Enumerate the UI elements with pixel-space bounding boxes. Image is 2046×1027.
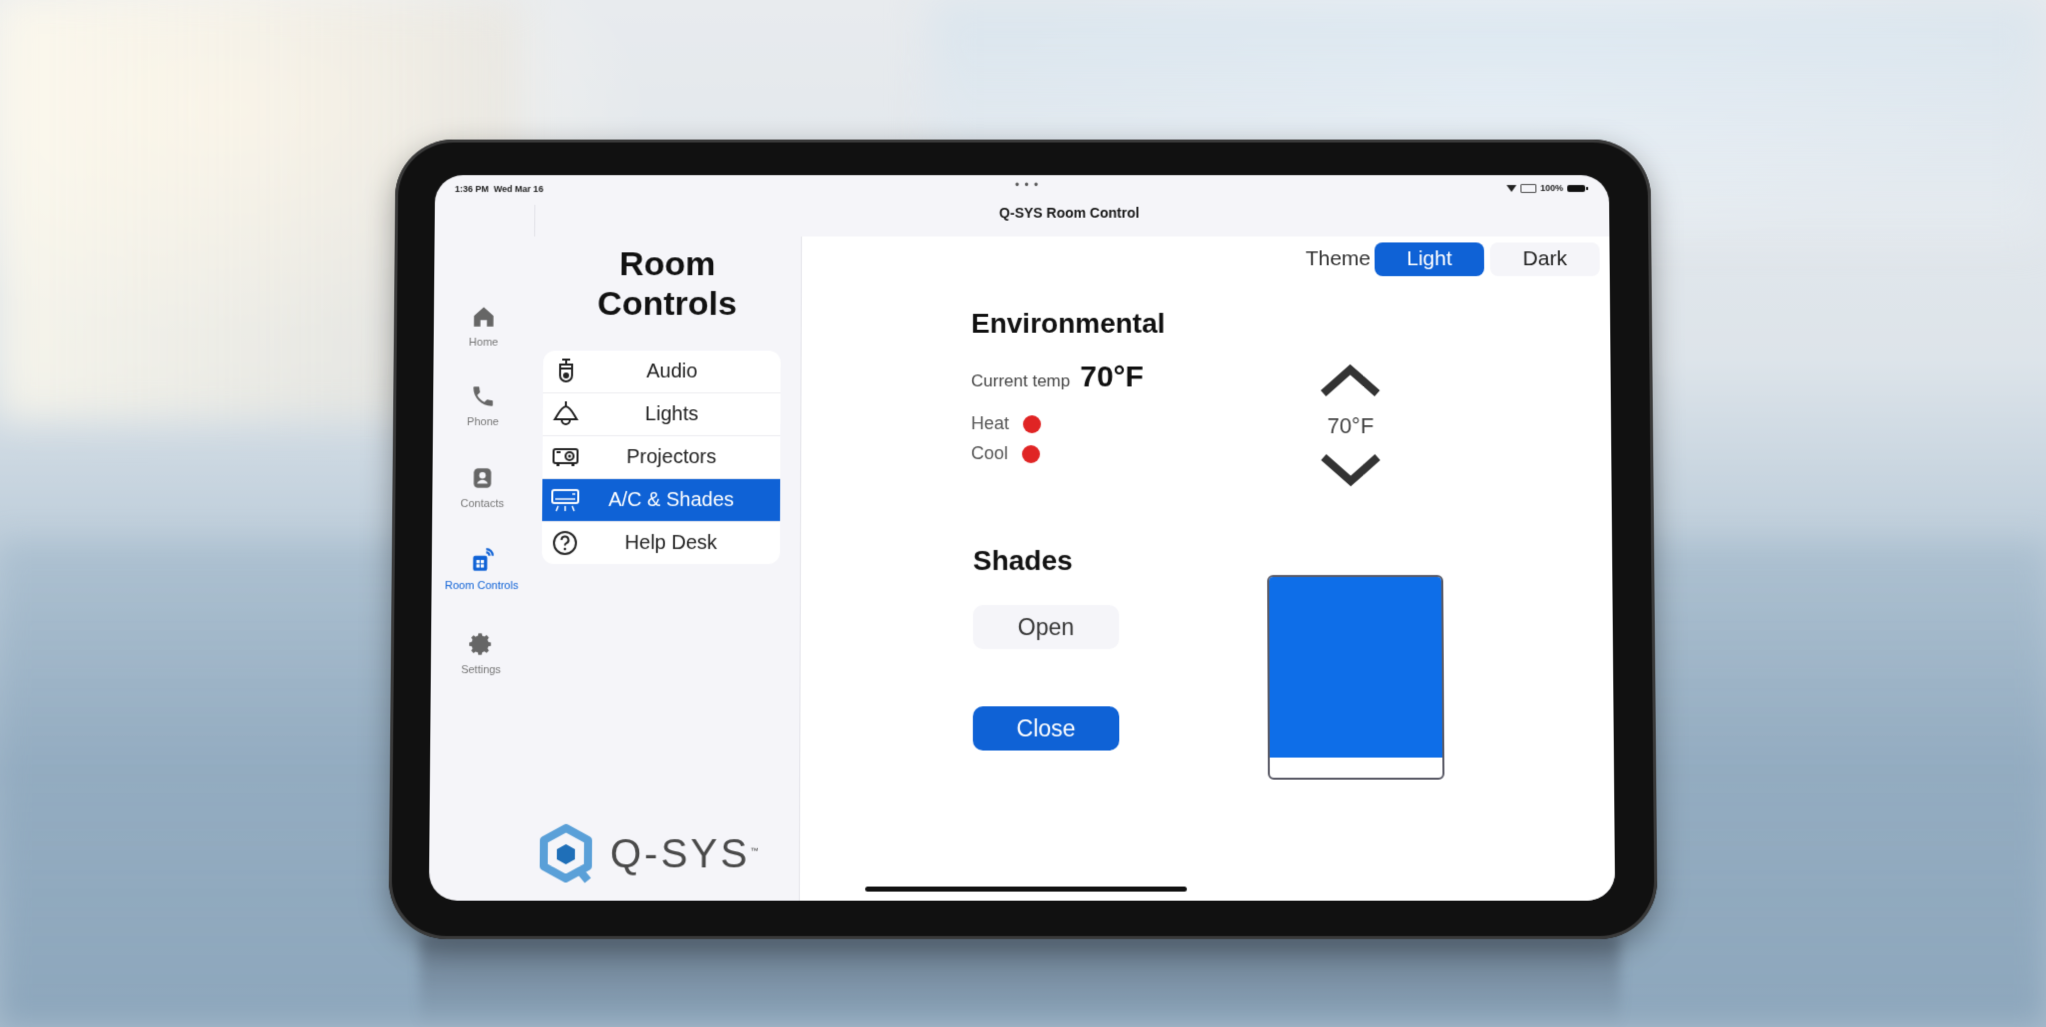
chevron-up-icon[interactable] [1317,362,1383,400]
sidebar-title-line2: Controls [597,285,737,323]
heat-label: Heat [971,413,1010,434]
multitasking-dots[interactable]: • • • [1015,178,1039,192]
pendant-lamp-icon [549,399,583,426]
menu-item-ac-shades[interactable]: A/C & Shades [542,479,781,523]
menu-item-projectors[interactable]: Projectors [542,436,781,480]
status-bar: 1:36 PM Wed Mar 16 • • • 100% [435,175,1609,205]
status-indicators: 100% [1506,183,1586,193]
theme-light-button[interactable]: Light [1374,242,1485,277]
shade-position-fill [1269,576,1443,758]
rail-item-home[interactable]: Home [434,304,534,349]
chevron-down-icon[interactable] [1318,451,1384,489]
theme-label: Theme [1305,247,1371,271]
tablet-device: 1:36 PM Wed Mar 16 • • • 100% Q-SYS Room… [388,139,1658,940]
phone-icon [473,386,493,407]
menu-label-projectors: Projectors [626,445,717,468]
menu-label-help-desk: Help Desk [624,531,718,554]
contacts-icon [474,468,492,489]
shade-position-visual [1267,574,1445,780]
current-temp-value: 70°F [1080,360,1144,394]
qsys-logo-wordmark: Q-SYS [609,831,751,876]
qsys-logo: Q-SYS™ [538,824,762,885]
app-title: Q-SYS Room Control [999,204,1140,221]
environmental-heading: Environmental [971,307,1166,339]
status-date-text: Wed Mar 16 [493,184,544,194]
rail-item-room-controls[interactable]: Room Controls [432,547,532,592]
battery-icon [1567,184,1586,192]
sidebar-title: Room Controls [534,244,801,323]
menu-label-ac-shades: A/C & Shades [608,488,735,511]
shades-open-button[interactable]: Open [972,605,1120,650]
heat-indicator-row: Heat [971,413,1042,434]
setpoint-value: 70°F [1327,413,1374,439]
qsys-logo-text: Q-SYS™ [610,832,761,877]
rail-label-contacts: Contacts [460,498,504,511]
rail-label-settings: Settings [460,664,501,677]
heat-status-dot [1023,414,1042,433]
setpoint-stepper: 70°F [1305,362,1395,490]
help-circle-icon [552,531,577,555]
cool-status-dot [1022,444,1041,463]
room-controls-icon [472,547,494,571]
projector-icon [553,448,580,467]
battery-percent: 100% [1540,183,1564,193]
menu-item-lights[interactable]: Lights [542,393,781,437]
gear-icon [469,633,492,655]
rail-label-home: Home [468,336,499,349]
rail-item-contacts[interactable]: Contacts [432,465,532,510]
menu-item-help-desk[interactable]: Help Desk [542,522,780,564]
rail-label-room-controls: Room Controls [444,580,519,593]
status-time: 1:36 PM Wed Mar 16 [455,184,544,194]
theme-dark-button[interactable]: Dark [1489,242,1600,277]
air-conditioner-icon [551,489,580,512]
menu-item-audio[interactable]: Audio [543,350,781,394]
current-temp-label: Current temp [971,371,1071,391]
room-controls-sidebar: Room Controls Audio Lights Projectors A/… [529,236,802,901]
status-time-text: 1:36 PM [454,184,489,194]
home-indicator[interactable] [865,886,1187,892]
tablet-reflection [420,935,1620,1027]
main-content: Theme Light Dark Environmental Current t… [799,236,1616,901]
speaker-icon [549,357,583,387]
rail-item-phone[interactable]: Phone [433,383,533,428]
wifi-icon [1506,184,1517,192]
rail-label-phone: Phone [466,416,499,429]
shades-heading: Shades [972,544,1073,576]
cool-label: Cool [971,443,1009,464]
trademark-symbol: ™ [750,845,762,855]
cool-indicator-row: Cool [971,443,1041,464]
menu-label-lights: Lights [644,402,699,425]
current-temp-row: Current temp 70°F [971,361,1144,395]
nav-rail: Home Phone Contacts Room Controls Settin… [428,204,536,901]
menu-label-audio: Audio [646,360,698,382]
home-icon [473,307,494,327]
shades-close-button[interactable]: Close [972,706,1120,751]
qsys-hexagon-icon [538,824,595,885]
tablet-screen: 1:36 PM Wed Mar 16 • • • 100% Q-SYS Room… [428,175,1616,901]
cellular-icon [1520,183,1537,193]
theme-selector: Theme Light Dark [1305,242,1600,277]
rail-item-settings[interactable]: Settings [431,631,532,676]
sidebar-title-line1: Room [619,245,716,284]
room-controls-menu: Audio Lights Projectors A/C & Shades Hel… [541,350,781,564]
